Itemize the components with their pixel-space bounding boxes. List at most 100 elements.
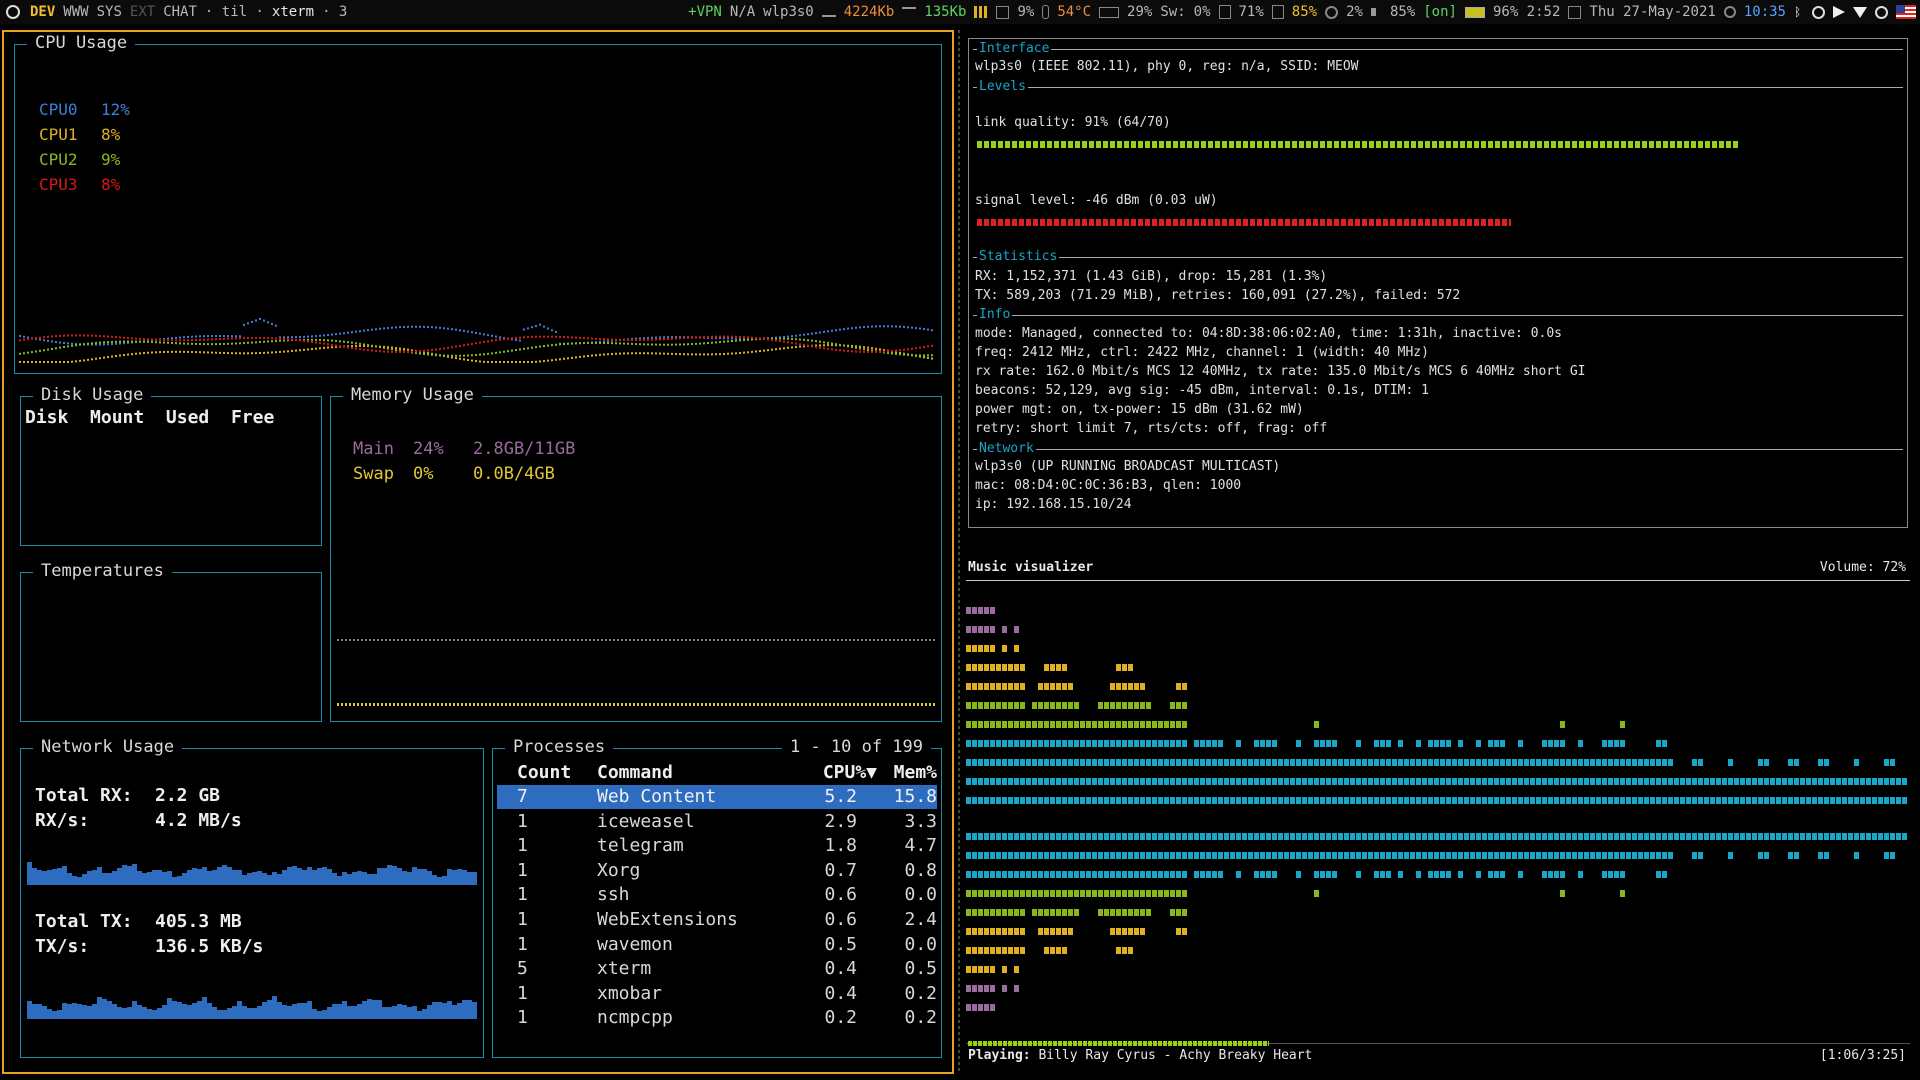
- sparkline-bar: [342, 1001, 347, 1019]
- visualizer-cell: [1824, 833, 1829, 840]
- process-mem: 4.7: [904, 835, 937, 857]
- process-row[interactable]: 1 xmobar 0.4 0.2: [497, 982, 937, 1006]
- visualizer-cell: [1398, 833, 1403, 840]
- sparkline-bar: [242, 1006, 247, 1019]
- visualizer-cell: [1848, 797, 1853, 804]
- cpu-graph-dot: [175, 342, 177, 345]
- sync-icon[interactable]: [1875, 5, 1888, 19]
- cpu-graph-dot: [859, 345, 861, 348]
- col-disk[interactable]: Disk: [25, 407, 68, 428]
- visualizer-cell: [996, 683, 1001, 690]
- memory-usage-panel: Memory Usage Main 24% 2.8GB/11GB Swap 0% 0.0…: [330, 385, 942, 722]
- visualizer-cell: [1890, 778, 1895, 785]
- process-row[interactable]: 1 ncmpcpp 0.2 0.2: [497, 1006, 937, 1030]
- cpu-graph-dot: [135, 352, 137, 355]
- col-cpu[interactable]: CPU%▼: [807, 761, 877, 785]
- process-row[interactable]: 1 wavemon 0.5 0.0: [497, 933, 937, 957]
- col-mem[interactable]: Mem%: [877, 761, 937, 785]
- process-row[interactable]: 1 WebExtensions 0.6 2.4: [497, 908, 937, 932]
- visualizer-cell: [1122, 721, 1127, 728]
- cpu-graph-dot: [559, 343, 561, 346]
- visualizer-cell: [1644, 833, 1649, 840]
- visualizer-cell: [1488, 759, 1493, 766]
- visualizer-cell: [1206, 759, 1211, 766]
- visualizer-cell: [1896, 797, 1901, 804]
- cpu-graph-dot: [751, 350, 753, 353]
- visualizer-cell: [1128, 759, 1133, 766]
- visualizer-cell: [1272, 871, 1277, 878]
- workspace-sys[interactable]: SYS: [97, 4, 122, 20]
- visualizer-cell: [1458, 759, 1463, 766]
- wifi-icon[interactable]: [1853, 6, 1867, 18]
- visualizer-cell: [1128, 852, 1133, 859]
- visualizer-cell: [1518, 871, 1523, 878]
- cpu-graph-dot: [175, 350, 177, 353]
- workspace-dev[interactable]: DEV: [30, 4, 55, 20]
- cpu-graph-dot: [119, 342, 121, 345]
- col-mount[interactable]: Mount: [90, 407, 144, 428]
- cpu-graph-dot: [319, 334, 321, 337]
- gotop-window[interactable]: CPU Usage CPU0 12% CPU1 8% CPU2 9% CPU3 8% D…: [2, 30, 954, 1074]
- workspace-chat[interactable]: CHAT: [163, 4, 197, 20]
- cpu-graph-dot: [563, 357, 565, 360]
- cpu-graph-dot: [279, 339, 281, 342]
- col-command[interactable]: Command: [597, 761, 673, 785]
- visualizer-cell: [1014, 890, 1019, 897]
- process-row[interactable]: 7 Web Content 5.2 15.8: [497, 785, 937, 809]
- visualizer-cell: [1326, 740, 1331, 747]
- visualizer-cell: [1656, 759, 1661, 766]
- process-row[interactable]: 1 Xorg 0.7 0.8: [497, 859, 937, 883]
- wavemon-window[interactable]: Interface wlp3s0 (IEEE 802.11), phy 0, r…: [968, 38, 1908, 528]
- visualizer-cell: [1308, 833, 1313, 840]
- visualizer-cell: [1794, 833, 1799, 840]
- workspace-ext[interactable]: EXT: [130, 4, 155, 20]
- visualizer-cell: [1032, 909, 1037, 916]
- visualizer-cell: [1296, 740, 1301, 747]
- visualizer-cell: [1104, 871, 1109, 878]
- visualizer-cell: [1038, 852, 1043, 859]
- process-row[interactable]: 1 telegram 1.8 4.7: [497, 834, 937, 858]
- keyboard-layout-flag-icon[interactable]: [1896, 5, 1916, 19]
- visualizer-cell: [1212, 833, 1217, 840]
- volume-state[interactable]: [on]: [1423, 4, 1457, 20]
- visualizer-cell: [1710, 778, 1715, 785]
- visualizer-cell: [984, 966, 989, 973]
- cpu-graph-dot: [915, 327, 917, 330]
- visualizer-cell: [1554, 778, 1559, 785]
- sparkline-bar: [282, 1005, 287, 1019]
- visualizer-cell: [1200, 871, 1205, 878]
- cpu-graph-dot: [499, 338, 501, 341]
- visualizer-cell: [1548, 759, 1553, 766]
- volume-display[interactable]: Volume: 72%: [1820, 560, 1906, 575]
- process-row[interactable]: 5 xterm 0.4 0.5: [497, 957, 937, 981]
- col-count[interactable]: Count: [517, 761, 571, 785]
- col-free[interactable]: Free: [231, 407, 274, 428]
- sparkline-bar: [107, 873, 112, 885]
- visualizer-cell: [1062, 890, 1067, 897]
- process-row[interactable]: 1 ssh 0.6 0.0: [497, 883, 937, 907]
- visualizer-cell: [1608, 833, 1613, 840]
- process-row[interactable]: 1 iceweasel 2.9 3.3: [497, 810, 937, 834]
- visualizer-cell: [966, 909, 971, 916]
- cpu-graph-dot: [911, 354, 913, 357]
- visualizer-cell: [1086, 759, 1091, 766]
- col-used[interactable]: Used: [166, 407, 209, 428]
- volume-level[interactable]: 85%: [1390, 4, 1415, 20]
- telegram-icon[interactable]: [1833, 6, 1845, 18]
- playback-progress-track[interactable]: [968, 1041, 1908, 1046]
- visualizer-cell: [1458, 797, 1463, 804]
- cpu-graph-dot: [555, 330, 557, 333]
- tray-app-icon[interactable]: [1812, 5, 1825, 19]
- thermometer-icon: [1042, 5, 1050, 19]
- bluetooth-icon[interactable]: ᛒ: [1794, 6, 1804, 18]
- visualizer-cell: [1092, 890, 1097, 897]
- ncmpcpp-visualizer-window[interactable]: Music visualizer Volume: 72% Playing: Bi…: [966, 560, 1910, 1064]
- visualizer-cell: [1416, 833, 1421, 840]
- cpu-graph-dot: [547, 344, 549, 347]
- sparkline-bar: [407, 1007, 412, 1019]
- cpu-graph-dot: [267, 337, 269, 340]
- layout-indicator[interactable]: · til ·: [205, 4, 264, 20]
- visualizer-cell: [1428, 778, 1433, 785]
- visualizer-cell: [1206, 852, 1211, 859]
- workspace-www[interactable]: WWW: [63, 4, 88, 20]
